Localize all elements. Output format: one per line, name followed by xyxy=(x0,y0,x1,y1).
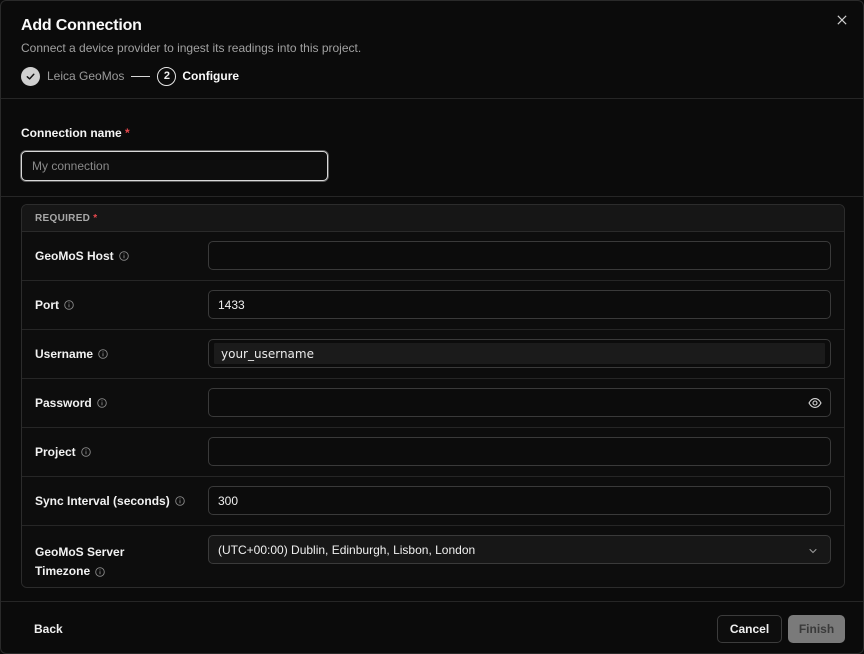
info-icon[interactable] xyxy=(64,300,74,310)
password-input[interactable] xyxy=(208,388,831,417)
step-connector xyxy=(131,75,151,77)
info-icon[interactable] xyxy=(80,447,91,457)
step-2-label: Configure xyxy=(182,69,240,83)
stepper: Leica GeoMos 2 Configure xyxy=(21,65,239,87)
form-row-username: Username your_username xyxy=(22,330,844,379)
required-section-heading: REQUIRED * xyxy=(22,205,844,232)
username-value: your_username xyxy=(214,343,825,364)
sync-interval-label: Sync Interval (seconds) xyxy=(35,494,185,508)
password-label: Password xyxy=(35,396,107,410)
geomos-host-input[interactable] xyxy=(208,241,831,270)
port-label: Port xyxy=(35,298,74,312)
info-icon[interactable] xyxy=(95,567,105,577)
close-icon[interactable] xyxy=(833,11,851,29)
back-button[interactable]: Back xyxy=(21,615,76,643)
footer-divider xyxy=(1,601,863,602)
cancel-button[interactable]: Cancel xyxy=(717,615,782,643)
geomos-host-label: GeoMoS Host xyxy=(35,249,129,263)
form-row-port: Port xyxy=(22,281,844,330)
info-icon[interactable] xyxy=(96,398,107,408)
timezone-selected-value: (UTC+00:00) Dublin, Edinburgh, Lisbon, L… xyxy=(218,542,476,557)
sync-interval-input[interactable] xyxy=(208,486,831,515)
form-row-sync-interval: Sync Interval (seconds) xyxy=(22,477,844,526)
form-row-geomos-host: GeoMoS Host xyxy=(22,232,844,281)
info-icon[interactable] xyxy=(174,496,185,506)
required-star: * xyxy=(125,126,130,140)
header-divider xyxy=(1,98,863,99)
finish-button[interactable]: Finish xyxy=(788,615,845,643)
form-row-project: Project xyxy=(22,428,844,477)
required-settings-panel: REQUIRED* GeoMoS Host Port Username your… xyxy=(21,204,845,588)
step-2-number: 2 xyxy=(157,66,177,86)
step-1-label: Leica GeoMos xyxy=(47,69,125,83)
info-icon[interactable] xyxy=(118,251,129,261)
project-input[interactable] xyxy=(208,437,831,466)
form-row-timezone: GeoMoS Server Timezone (UTC+00:00) Dubli… xyxy=(22,526,844,587)
eye-icon[interactable] xyxy=(808,396,822,410)
chevron-down-icon xyxy=(808,545,818,555)
section-divider xyxy=(1,196,863,197)
connection-name-input[interactable] xyxy=(21,151,328,181)
dialog-subtitle: Connect a device provider to ingest its … xyxy=(21,41,362,55)
port-input[interactable] xyxy=(208,290,831,319)
username-input[interactable]: your_username xyxy=(208,339,831,368)
timezone-select[interactable]: (UTC+00:00) Dublin, Edinburgh, Lisbon, L… xyxy=(208,535,831,564)
username-label: Username xyxy=(35,347,108,361)
connection-name-label: Connection name * xyxy=(21,126,130,140)
add-connection-dialog: Add Connection Connect a device provider… xyxy=(0,0,864,654)
check-icon xyxy=(21,66,40,86)
form-row-password: Password xyxy=(22,379,844,428)
dialog-title: Add Connection xyxy=(21,17,142,34)
timezone-label: GeoMoS Server Timezone xyxy=(35,545,125,578)
project-label: Project xyxy=(35,445,91,459)
info-icon[interactable] xyxy=(98,349,108,359)
